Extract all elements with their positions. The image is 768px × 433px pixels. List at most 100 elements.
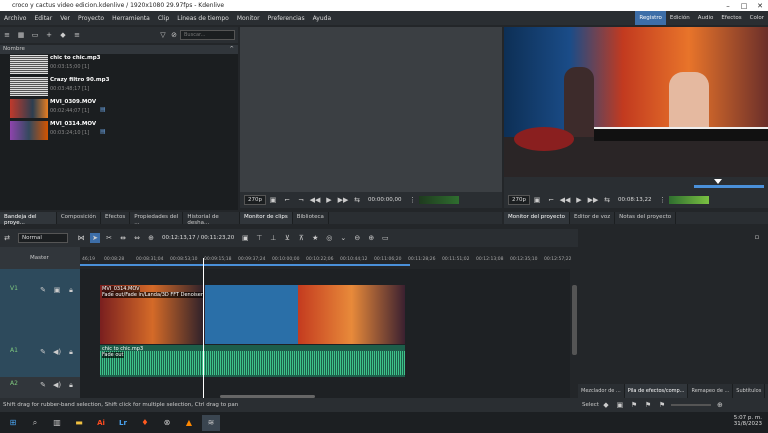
tab-bin[interactable]: Bandeja del proye...	[0, 212, 57, 226]
track-header-a1[interactable]: A1 ✎ ◀) 🔒︎	[0, 344, 80, 377]
kdenlive-icon[interactable]: ≋	[202, 414, 220, 431]
timeline-timecode[interactable]: 00:12:13,17 / 00:11:23,20	[162, 235, 234, 241]
column-name[interactable]: Nombre	[3, 46, 25, 52]
in-point-icon[interactable]: ⌐	[546, 195, 556, 205]
clip-timecode[interactable]: 00:00:00,00	[368, 197, 401, 203]
menu-editar[interactable]: Editar	[34, 15, 52, 22]
insert-icon[interactable]: ⊥	[268, 233, 278, 243]
loop-icon[interactable]: ⇆	[602, 195, 612, 205]
edit-icon[interactable]: ✎	[38, 347, 48, 357]
vertical-scrollbar[interactable]	[572, 285, 577, 355]
tab-voice-editor[interactable]: Editor de voz	[570, 212, 616, 224]
audio-clip[interactable]: chic to chic.mp3 Fade out	[100, 345, 405, 377]
menu-ayuda[interactable]: Ayuda	[313, 15, 332, 22]
speaker-icon[interactable]: ◀)	[52, 380, 62, 390]
settings-icon[interactable]: ⇄	[2, 233, 12, 243]
ws-color[interactable]: Color	[746, 11, 768, 25]
overwrite-icon[interactable]: ⊤	[254, 233, 264, 243]
collapse-icon[interactable]: ^	[229, 45, 234, 54]
playhead-icon[interactable]	[714, 179, 722, 184]
select-mode[interactable]: Select	[582, 402, 599, 408]
ws-efectos[interactable]: Efectos	[717, 11, 745, 25]
edit-mode-select[interactable]: Normal	[18, 233, 68, 243]
play-icon[interactable]: ▶	[324, 195, 334, 205]
tab-library[interactable]: Biblioteca	[293, 212, 329, 224]
search-icon[interactable]: ⌕	[26, 415, 44, 431]
slip-icon[interactable]: ⊕	[146, 233, 156, 243]
lock-icon[interactable]: 🔒︎	[66, 380, 76, 390]
menu-clip[interactable]: Clip	[158, 15, 169, 22]
in-point-icon[interactable]: ⌐	[282, 195, 292, 205]
tab-subtitles[interactable]: Subtítulos	[733, 384, 766, 398]
file-explorer-icon[interactable]: ▬	[70, 415, 88, 431]
speaker-icon[interactable]: ◀)	[52, 347, 62, 357]
ws-registro[interactable]: Registro	[635, 11, 666, 25]
playhead[interactable]	[203, 258, 204, 398]
vlc-icon[interactable]: ▲	[180, 415, 198, 431]
flag-icon[interactable]: ⚑	[643, 400, 653, 410]
settings-icon[interactable]: ≡	[72, 30, 82, 40]
app-icon[interactable]: ⊗	[158, 415, 176, 431]
tab-project-monitor[interactable]: Monitor del proyecto	[504, 212, 570, 224]
zoom-slider[interactable]	[670, 404, 711, 406]
forward-icon[interactable]: ▶▶	[338, 195, 349, 205]
star-icon[interactable]: ★	[310, 233, 320, 243]
task-view-icon[interactable]: ▥	[48, 415, 66, 431]
menu-icon[interactable]: ≡	[2, 30, 12, 40]
tab-project-notes[interactable]: Notas del proyecto	[615, 212, 677, 224]
view-icon[interactable]: ▦	[16, 30, 26, 40]
project-zoom-select[interactable]: 270p	[508, 195, 530, 205]
add-icon[interactable]: +	[44, 30, 54, 40]
project-timecode[interactable]: 00:08:13,22	[618, 197, 651, 203]
menu-herramienta[interactable]: Herramienta	[112, 15, 150, 22]
clip-zoom-select[interactable]: 270p	[244, 195, 266, 205]
out-point-icon[interactable]: ¬	[296, 195, 306, 205]
tag-icon[interactable]: ◆	[58, 30, 68, 40]
list-item[interactable]: Crazy filtro 90.mp3 00:03:48;17 [1]	[8, 76, 238, 97]
edit-icon[interactable]: ✎	[38, 380, 48, 390]
clip-monitor-screen[interactable]	[240, 27, 502, 192]
record-icon[interactable]: ◎	[324, 233, 334, 243]
zoom-in-icon[interactable]: ⊕	[715, 400, 725, 410]
menu-proyecto[interactable]: Proyecto	[78, 15, 104, 22]
project-monitor-screen[interactable]	[504, 27, 768, 177]
menu-ver[interactable]: Ver	[60, 15, 70, 22]
extract-icon[interactable]: ⊼	[296, 233, 306, 243]
menu-archivo[interactable]: Archivo	[4, 15, 26, 22]
tab-mixer[interactable]: Mezclador de ...	[578, 384, 625, 398]
track-header-v1[interactable]: V1 ✎ ▣ 🔒︎	[0, 269, 80, 344]
flag-icon[interactable]: ⚑	[657, 400, 667, 410]
options-icon[interactable]: ⋮	[657, 195, 667, 205]
maximize-button[interactable]: □	[736, 2, 752, 10]
zoom-out-icon[interactable]: ⊖	[352, 233, 362, 243]
chevron-down-icon[interactable]: ⌄	[338, 233, 348, 243]
camera-icon[interactable]: ▣	[532, 195, 542, 205]
lightroom-icon[interactable]: Lr	[114, 415, 132, 431]
windows-start-icon[interactable]: ⊞	[4, 415, 22, 431]
lock-icon[interactable]: 🔒︎	[66, 347, 76, 357]
view-icon[interactable]: ▭	[380, 233, 390, 243]
menu-lineas[interactable]: Líneas de tiempo	[177, 15, 229, 22]
film-icon[interactable]: ▣	[615, 400, 625, 410]
tab-clip-monitor[interactable]: Monitor de clips	[240, 212, 293, 224]
film-icon[interactable]: ▣	[52, 285, 62, 295]
rewind-icon[interactable]: ◀◀	[310, 195, 321, 205]
rewind-icon[interactable]: ◀◀	[560, 195, 571, 205]
master-header[interactable]: Master	[0, 247, 80, 269]
zoom-in-icon[interactable]: ⊕	[366, 233, 376, 243]
select-tool-icon[interactable]: ➤	[90, 233, 100, 243]
split-icon[interactable]: ⋈	[76, 233, 86, 243]
illustrator-icon[interactable]: Ai	[92, 415, 110, 431]
camera-icon[interactable]: ▣	[268, 195, 278, 205]
ws-edicion[interactable]: Edición	[666, 11, 694, 25]
tab-history[interactable]: Historial de desha...	[183, 212, 240, 226]
ws-audio[interactable]: Audio	[694, 11, 718, 25]
tab-effects[interactable]: Efectos	[101, 212, 131, 224]
options-icon[interactable]: ▫	[752, 232, 762, 242]
brave-icon[interactable]: ♦	[136, 415, 154, 431]
list-item[interactable]: chic to chic.mp3 00:03:15;00 [1]	[8, 54, 238, 75]
list-item[interactable]: MVI_0309.MOV 00:02:44;07 [1] ▤	[8, 98, 238, 119]
folder-icon[interactable]: ▭	[30, 30, 40, 40]
ripple-icon[interactable]: ⇔	[132, 233, 142, 243]
menu-monitor[interactable]: Monitor	[237, 15, 260, 22]
